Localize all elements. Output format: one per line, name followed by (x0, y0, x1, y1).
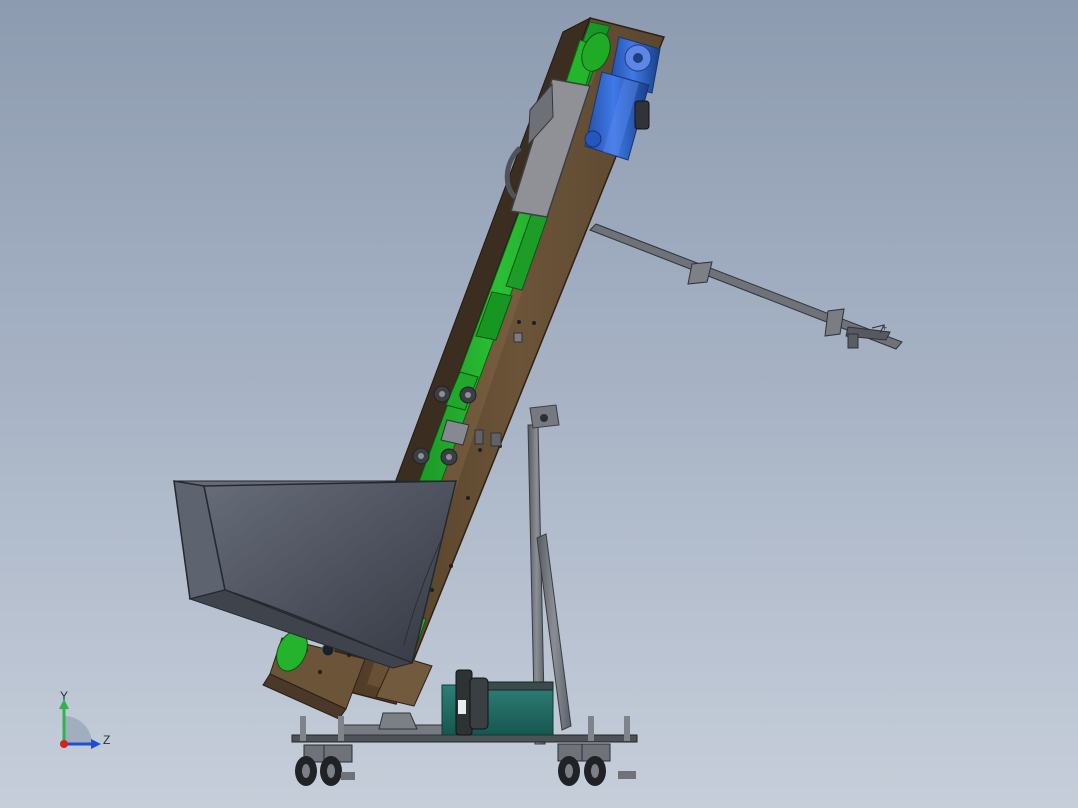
conveyor-assembly-scene[interactable]: + Y Z (0, 0, 1078, 808)
z-axis-label: Z (103, 733, 110, 747)
caster-rear-right[interactable] (581, 743, 636, 786)
coordinate-triad[interactable]: Y Z (59, 689, 110, 749)
caster-wheels[interactable] (295, 743, 636, 786)
roller-upper-left[interactable] (433, 385, 451, 403)
discharge-chute-arm[interactable]: + (589, 223, 903, 350)
cad-graphics-viewport[interactable]: + Y Z (0, 0, 1078, 808)
y-axis-label: Y (60, 689, 68, 703)
roller-upper-right[interactable] (459, 386, 477, 404)
caster-front-right[interactable] (320, 744, 355, 786)
roller-lower-left[interactable] (412, 447, 430, 465)
feed-hopper[interactable] (173, 480, 458, 669)
svg-text:+: + (882, 323, 887, 333)
roller-lower-right[interactable] (440, 448, 458, 466)
